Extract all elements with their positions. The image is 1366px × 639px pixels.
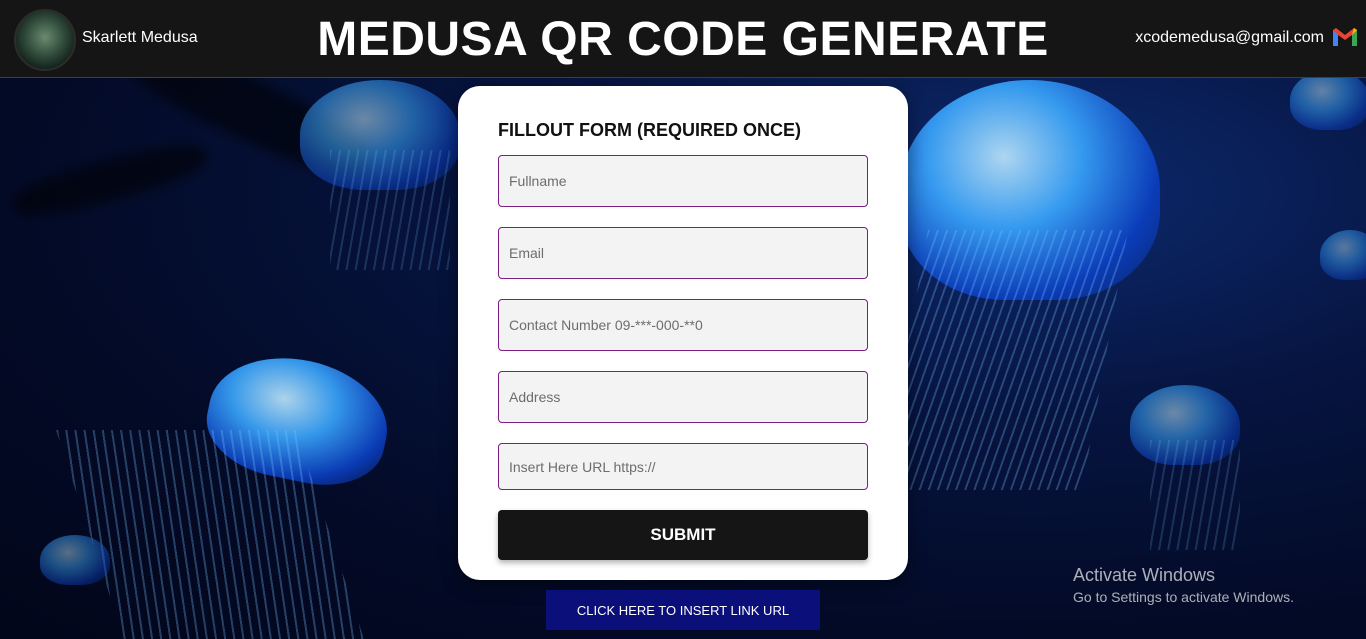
contact-number-input[interactable]: [498, 299, 868, 351]
gmail-icon[interactable]: [1331, 26, 1359, 48]
form-heading: FILLOUT FORM (REQUIRED ONCE): [498, 120, 801, 140]
url-input[interactable]: [498, 443, 868, 490]
submit-button[interactable]: SUBMIT: [498, 510, 868, 560]
insert-link-url-button[interactable]: CLICK HERE TO INSERT LINK URL: [546, 590, 820, 630]
activate-windows-hint: Go to Settings to activate Windows.: [1073, 589, 1294, 605]
fullname-input[interactable]: [498, 155, 868, 207]
fillout-form-card: FILLOUT FORM (REQUIRED ONCE) SUBMIT: [458, 86, 908, 580]
contact-email[interactable]: xcodemedusa@gmail.com: [1135, 29, 1324, 47]
top-header-bar: Skarlett Medusa MEDUSA QR CODE GENERATE …: [0, 0, 1366, 78]
activate-windows-watermark: Activate Windows Go to Settings to activ…: [1073, 565, 1294, 605]
email-input[interactable]: [498, 227, 868, 279]
address-input[interactable]: [498, 371, 868, 423]
activate-windows-title: Activate Windows: [1073, 565, 1216, 585]
